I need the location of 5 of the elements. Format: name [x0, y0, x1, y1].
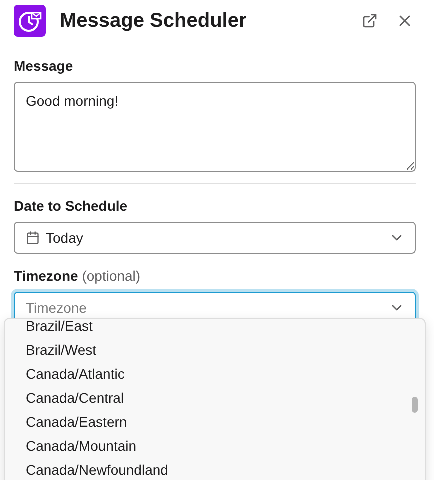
optional-hint: (optional) — [82, 268, 141, 284]
dialog-title: Message Scheduler — [60, 10, 248, 32]
field-label: Timezone — [14, 268, 78, 284]
field-label: Message — [14, 58, 74, 74]
field-label: Date to Schedule — [14, 198, 129, 214]
